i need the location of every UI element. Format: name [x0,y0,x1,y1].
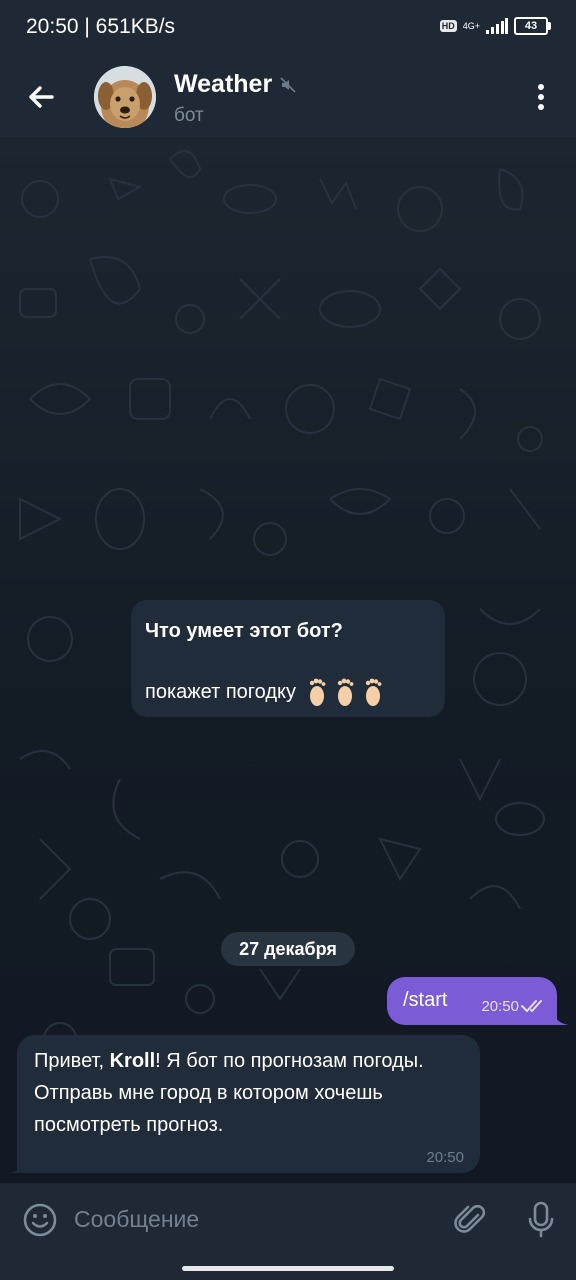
chat-title: Weather [174,70,273,98]
chat-title-row[interactable]: Weather [174,70,296,99]
bot-intro-title: Что умеет этот бот? [145,620,343,642]
foot-emoji-icon [309,678,326,706]
chat-header: Weather бот [0,56,576,139]
emoji-icon[interactable] [22,1202,58,1238]
message-username: Kroll [109,1050,156,1072]
foot-emoji-icon [337,678,354,706]
incoming-bubble-tail [9,1159,25,1173]
chat-subtitle: бот [174,105,204,126]
bot-intro-text: покажет погодку [145,680,296,703]
dog-avatar-icon [94,66,156,128]
foot-emoji-icon [365,678,382,706]
hd-icon: HD [439,20,457,32]
message-text: /start [403,989,448,1011]
message-text: Привет, Kroll! Я бот по прогнозам погоды… [34,1045,464,1141]
microphone-icon[interactable] [526,1201,556,1239]
outgoing-bubble-tail [553,1011,569,1025]
date-separator: 27 декабря [221,932,355,966]
double-check-icon [521,1000,542,1012]
battery-icon: 43 [514,17,551,35]
paperclip-icon[interactable] [454,1203,488,1237]
message-line1-rest: ! Я бот по прогнозам погоды. [155,1050,424,1072]
status-time: 20:50 | 651KB/s [26,15,176,38]
network-type-label: 4G+ [462,20,480,31]
message-composer [0,1183,576,1280]
incoming-message[interactable]: Привет, Kroll! Я бот по прогнозам погоды… [17,1035,480,1173]
status-icons: HD 4G+ 43 [439,17,551,35]
bot-intro-card: Что умеет этот бот? покажет погодку [131,600,445,717]
emoji-group [306,677,384,707]
message-greeting: Привет, [34,1050,110,1072]
signal-icon [486,18,508,34]
bot-intro-body: покажет погодку [145,677,431,707]
back-arrow-icon[interactable] [22,78,60,116]
message-line2: Отправь мне город в котором хочешь посмо… [34,1082,383,1136]
message-time: 20:50 [426,1149,464,1166]
more-vertical-icon[interactable] [526,80,556,114]
outgoing-message[interactable]: /start 20:50 [387,977,557,1025]
status-bar: 20:50 | 651KB/s HD 4G+ 43 [0,0,576,56]
message-time: 20:50 [481,998,519,1015]
speaker-muted-icon [280,76,296,93]
message-input[interactable] [74,1197,434,1241]
avatar[interactable] [94,66,156,128]
chat-area[interactable]: Что умеет этот бот? покажет погодку 27 д… [0,139,576,1183]
home-indicator[interactable] [182,1266,394,1271]
